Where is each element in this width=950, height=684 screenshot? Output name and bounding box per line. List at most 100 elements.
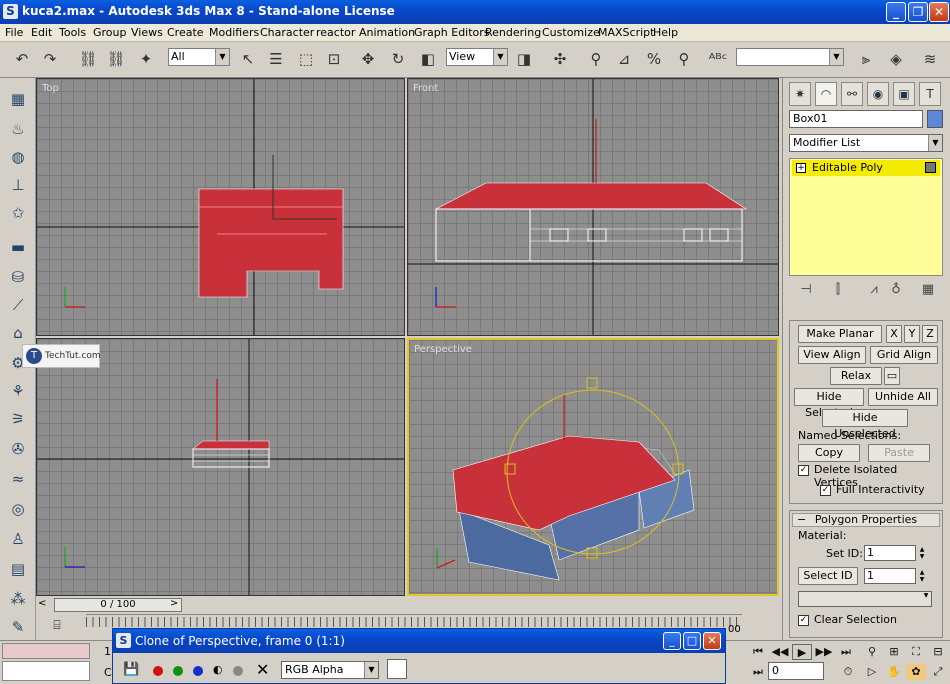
move-icon[interactable]: ✥ bbox=[356, 47, 380, 71]
polygon-properties-header[interactable]: − Polygon Properties bbox=[792, 513, 940, 527]
field-of-view-icon[interactable]: ▷ bbox=[862, 664, 882, 680]
wave-icon[interactable]: ≈ bbox=[6, 468, 30, 490]
channel-display-dropdown[interactable]: RGB Alpha ▼ bbox=[281, 661, 379, 679]
make-unique-icon[interactable]: ⩘ bbox=[863, 282, 885, 297]
maximize-viewport-icon[interactable]: ⤢ bbox=[928, 664, 948, 680]
spinner-arrows-icon[interactable]: ▲ ▼ bbox=[917, 569, 927, 583]
space-warp-icon[interactable]: ⚞ bbox=[6, 408, 30, 430]
clear-selection-checkbox[interactable]: ✓ bbox=[798, 615, 809, 626]
trackbar-toggle-icon[interactable]: ⌸ bbox=[48, 618, 66, 634]
close-button[interactable]: ✕ bbox=[929, 2, 949, 22]
relax-settings-icon[interactable]: ▭ bbox=[884, 367, 900, 385]
named-selection-set-dropdown[interactable]: ▼ bbox=[736, 48, 844, 66]
rendered-frame-minimize-button[interactable]: _ bbox=[663, 632, 681, 650]
unlink-icon[interactable]: ⛓ bbox=[104, 47, 128, 71]
set-id-spinner[interactable]: 1 ▲ ▼ bbox=[864, 545, 924, 561]
zoom-icon[interactable]: ⚲ bbox=[862, 644, 882, 660]
maxscript-listener-mini[interactable] bbox=[2, 643, 90, 659]
time-configuration-icon[interactable]: ⏱ bbox=[838, 664, 858, 680]
object-name-field[interactable]: Box01 bbox=[789, 110, 923, 128]
rotate-icon[interactable]: ↻ bbox=[386, 47, 410, 71]
shape-icon[interactable]: ▬ bbox=[6, 236, 30, 258]
menu-reactor[interactable]: reactor bbox=[316, 26, 355, 39]
hierarchy-tab-icon[interactable]: ⚯ bbox=[841, 82, 863, 106]
window-crossing-icon[interactable]: ⊡ bbox=[322, 47, 346, 71]
make-planar-z-button[interactable]: Z bbox=[922, 325, 938, 343]
select-link-icon[interactable]: ⛓ bbox=[76, 47, 100, 71]
edit-named-selection-icon[interactable]: ᴬᴮᶜ bbox=[706, 47, 730, 71]
select-manipulate-icon[interactable]: ✣ bbox=[548, 47, 572, 71]
pin-stack-icon[interactable]: ⊣ bbox=[795, 282, 817, 297]
relax-button[interactable]: Relax bbox=[830, 367, 882, 385]
bone-icon[interactable]: ⟋ bbox=[6, 294, 30, 316]
time-slider-thumb[interactable]: 0 / 100 bbox=[54, 598, 182, 612]
menu-help[interactable]: Help bbox=[653, 26, 678, 39]
menu-customize[interactable]: Customize bbox=[542, 26, 600, 39]
blue-channel-icon[interactable] bbox=[193, 666, 203, 676]
zoom-extents-icon[interactable]: ⛶ bbox=[906, 644, 926, 660]
menu-create[interactable]: Create bbox=[167, 26, 204, 39]
menu-file[interactable]: File bbox=[5, 26, 23, 39]
menu-group[interactable]: Group bbox=[93, 26, 127, 39]
menu-tools[interactable]: Tools bbox=[59, 26, 86, 39]
zoom-extents-all-icon[interactable]: ⊟ bbox=[928, 644, 948, 660]
color-swatch[interactable] bbox=[387, 659, 407, 679]
key-mode-icon[interactable]: ⏭ bbox=[748, 664, 768, 680]
menu-character[interactable]: Character bbox=[260, 26, 314, 39]
cloth-icon[interactable]: ▤ bbox=[6, 558, 30, 580]
zoom-all-icon[interactable]: ⊞ bbox=[884, 644, 904, 660]
time-slider-prev-icon[interactable]: < bbox=[38, 598, 46, 609]
layers-icon[interactable]: ⛁ bbox=[6, 266, 30, 288]
particles-icon[interactable]: ⁂ bbox=[6, 588, 30, 610]
clear-icon[interactable]: ✕ bbox=[256, 660, 269, 679]
motion-tab-icon[interactable]: ◉ bbox=[867, 82, 889, 106]
viewport-left[interactable] bbox=[36, 338, 405, 596]
viewport-front[interactable]: Front bbox=[407, 78, 779, 336]
star-icon[interactable]: ✩ bbox=[6, 202, 30, 224]
create-tab-icon[interactable]: ✷ bbox=[789, 82, 811, 106]
sphere-icon[interactable]: ◍ bbox=[6, 146, 30, 168]
cylinder-icon[interactable]: ⊥ bbox=[6, 174, 30, 196]
time-slider-next-icon[interactable]: > bbox=[170, 598, 178, 609]
red-channel-icon[interactable] bbox=[153, 666, 163, 676]
viewport-perspective[interactable]: Perspective bbox=[407, 338, 779, 596]
select-id-button[interactable]: Select ID bbox=[798, 567, 858, 585]
maximize-button[interactable]: ❐ bbox=[908, 2, 928, 22]
show-end-result-icon[interactable]: ⫿ bbox=[827, 282, 849, 297]
menu-rendering[interactable]: Rendering bbox=[485, 26, 541, 39]
teapot-icon[interactable]: ♨ bbox=[6, 118, 30, 140]
pan-hand-icon[interactable]: ✋ bbox=[884, 664, 904, 680]
menu-graph-editors[interactable]: Graph Editors bbox=[414, 26, 490, 39]
scale-icon[interactable]: ◧ bbox=[416, 47, 440, 71]
spinner-arrows-icon[interactable]: ▲ ▼ bbox=[917, 546, 927, 560]
make-planar-y-button[interactable]: Y bbox=[904, 325, 920, 343]
rendered-frame-titlebar[interactable]: S Clone of Perspective, frame 0 (1:1) _ … bbox=[113, 629, 725, 653]
menu-animation[interactable]: Animation bbox=[359, 26, 415, 39]
current-frame-field[interactable]: 0 bbox=[768, 662, 824, 680]
rendered-frame-close-button[interactable]: ✕ bbox=[703, 632, 721, 650]
snaps-toggle-icon[interactable]: ⚲ bbox=[584, 47, 608, 71]
view-align-button[interactable]: View Align bbox=[798, 346, 866, 364]
align-icon[interactable]: ◈ bbox=[884, 47, 908, 71]
percent-snap-icon[interactable]: % bbox=[642, 47, 666, 71]
go-to-start-icon[interactable]: ⏮ bbox=[748, 644, 768, 660]
hide-selected-button[interactable]: Hide Selected bbox=[794, 388, 864, 419]
reference-coordinate-dropdown[interactable]: View ▼ bbox=[446, 48, 508, 66]
hide-unselected-button[interactable]: Hide Unselected bbox=[822, 409, 908, 440]
layer-manager-icon[interactable]: ≋ bbox=[918, 47, 942, 71]
previous-frame-icon[interactable]: ◀◀ bbox=[770, 644, 790, 660]
material-name-dropdown[interactable]: ▼ bbox=[798, 591, 932, 607]
angle-snap-icon[interactable]: ⊿ bbox=[612, 47, 636, 71]
make-planar-button[interactable]: Make Planar bbox=[798, 325, 882, 343]
modify-tab-icon[interactable]: ◠ bbox=[815, 82, 837, 106]
arc-rotate-icon[interactable]: ✿ bbox=[906, 664, 926, 680]
spinner-snap-icon[interactable]: ⚲ bbox=[672, 47, 696, 71]
configure-modifier-sets-icon[interactable]: ▦ bbox=[917, 282, 939, 297]
grid-align-button[interactable]: Grid Align bbox=[870, 346, 938, 364]
viewport-top[interactable]: Top bbox=[36, 78, 405, 336]
light-icon[interactable]: ⌂ bbox=[6, 322, 30, 344]
copy-button[interactable]: Copy bbox=[798, 444, 860, 462]
rectangular-selection-icon[interactable]: ⬚ bbox=[294, 47, 318, 71]
redo-icon[interactable]: ↷ bbox=[38, 47, 62, 71]
select-by-name-icon[interactable]: ☰ bbox=[264, 47, 288, 71]
